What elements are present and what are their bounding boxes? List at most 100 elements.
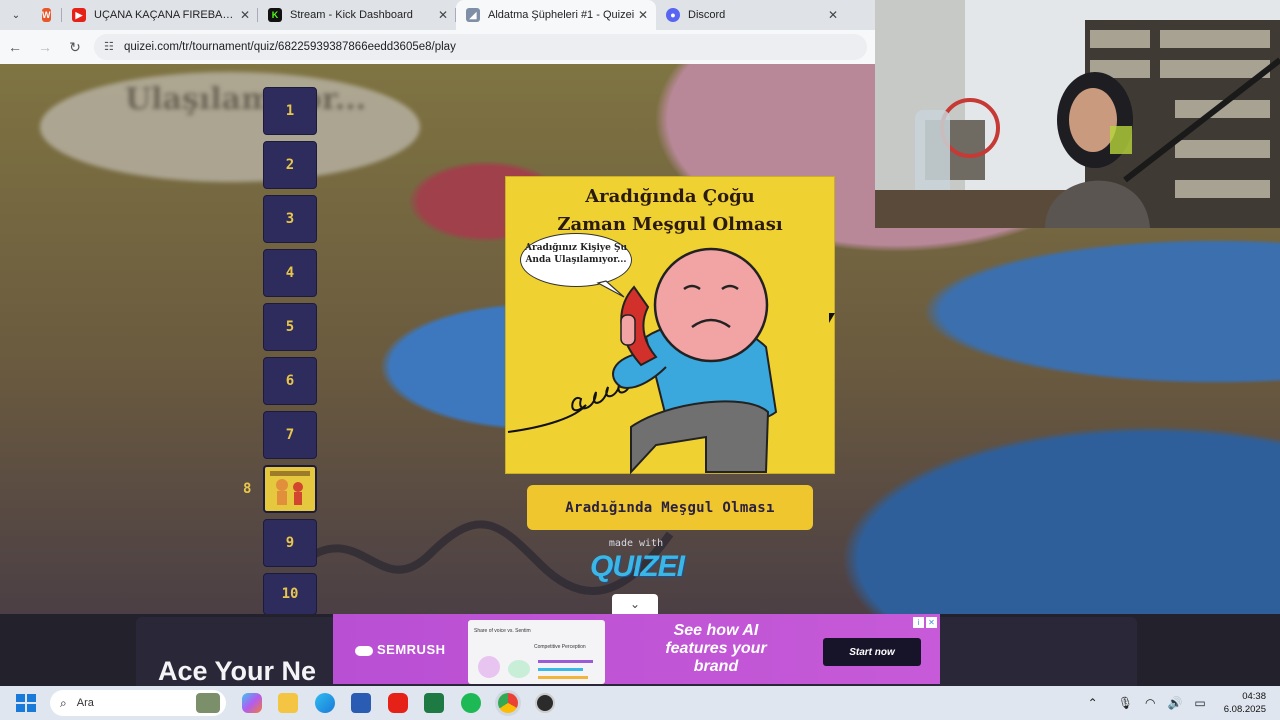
ad-close-icon[interactable]: ✕	[926, 617, 937, 628]
mock-title: Share of voice vs. Sentim	[474, 628, 531, 634]
round-number: 6	[285, 373, 295, 389]
round-number: 1	[285, 103, 295, 119]
quizei-icon: ◢	[466, 8, 480, 22]
made-with-label: made with	[608, 538, 664, 549]
background-bubble-text: Ulaşılamıyor...	[125, 82, 367, 117]
mock-pie-chart	[478, 656, 500, 678]
chevron-up-icon[interactable]: ⌃	[1088, 696, 1098, 710]
discord-icon: ●	[666, 8, 680, 22]
answer-option-button[interactable]: Aradığında Meşgul Olması	[527, 485, 813, 530]
excel-icon[interactable]	[424, 693, 444, 713]
tab-quizei[interactable]: ◢ Aldatma Şüpheleri #1 - Quizei ✕	[456, 0, 656, 30]
tab-discord[interactable]: ● Discord ✕	[656, 0, 846, 30]
forward-arrow-icon[interactable]: →	[30, 39, 60, 55]
tab-title: UÇANA KAÇANA FIREBALLI | M	[94, 9, 234, 21]
youtube-icon[interactable]	[388, 693, 408, 713]
search-icon: ⌕	[60, 695, 67, 710]
round-number: 7	[285, 427, 295, 443]
semrush-logo-text: SEMRUSH	[377, 642, 446, 657]
round-number: 9	[285, 535, 295, 551]
clock-date: 6.08.2025	[1223, 704, 1266, 715]
ace-headline: Ace Your Ne	[158, 656, 317, 686]
answer-label: Aradığında Meşgul Olması	[565, 499, 775, 516]
battery-icon[interactable]: ▭	[1194, 696, 1205, 710]
tab-title: Stream - Kick Dashboard	[290, 9, 413, 21]
streamer-webcam-overlay	[875, 0, 1280, 228]
round-button-10[interactable]: 10	[263, 573, 317, 615]
ad-choices[interactable]: i ✕	[913, 617, 937, 628]
back-arrow-icon[interactable]: ←	[0, 39, 30, 55]
collapse-ad-chevron-icon[interactable]: ⌄	[612, 594, 658, 614]
webcam-scene-image	[875, 0, 1280, 228]
tab-office[interactable]: W	[32, 0, 62, 30]
mouse-cursor-icon	[829, 313, 835, 323]
ad-copy: See how AI features your brand	[665, 622, 767, 675]
windows-start-icon[interactable]	[16, 694, 36, 712]
semrush-ad-banner[interactable]: SEMRUSH Share of voice vs. Sentim Compet…	[333, 614, 940, 684]
copilot-icon[interactable]	[242, 693, 262, 713]
round-number: 5	[285, 319, 295, 335]
quiz-image-card[interactable]: Aradığında Çoğu Zaman Meşgul Olması Arad…	[505, 176, 835, 475]
round-thumbnail-image	[270, 471, 310, 505]
mock-bar	[538, 676, 588, 679]
current-round-marker: 8	[243, 481, 252, 497]
volume-icon[interactable]: 🔊	[1167, 696, 1182, 710]
ad-dashboard-mockup: Share of voice vs. Sentim Competitive Pe…	[468, 620, 605, 684]
mock-subtitle: Competitive Perception	[534, 644, 586, 650]
tab-youtube[interactable]: ▶ UÇANA KAÇANA FIREBALLI | M ✕	[62, 0, 258, 30]
url-text: quizei.com/tr/tournament/quiz/6822593938…	[124, 41, 456, 53]
round-number: 2	[285, 157, 295, 173]
round-button-5[interactable]: 5	[263, 303, 317, 351]
microphone-icon[interactable]: 🎙	[1118, 696, 1133, 710]
site-info-icon[interactable]: ☷	[104, 41, 116, 53]
youtube-icon: ▶	[72, 8, 86, 22]
system-tray: ⌃ 🎙 ◠ 🔊 ▭ 04:38 6.08.2025	[1088, 686, 1280, 720]
browser-tab-strip: ⌄ W ▶ UÇANA KAÇANA FIREBALLI | M ✕ K Str…	[0, 0, 875, 30]
reload-icon[interactable]: ↻	[60, 39, 90, 56]
close-icon[interactable]: ✕	[828, 8, 838, 22]
file-explorer-icon[interactable]	[278, 693, 298, 713]
quizei-logo[interactable]: QUIZEI	[584, 550, 690, 584]
round-number: 3	[285, 211, 295, 227]
semrush-logo: SEMRUSH	[355, 642, 446, 657]
windows-taskbar: ⌕ Ara ⌃ 🎙 ◠ 🔊 ▭ 04:38 6.08.2025	[0, 686, 1280, 720]
edge-icon[interactable]	[315, 693, 335, 713]
round-button-7[interactable]: 7	[263, 411, 317, 459]
round-button-4[interactable]: 4	[263, 249, 317, 297]
tab-title: Discord	[688, 9, 726, 21]
wifi-icon[interactable]: ◠	[1145, 696, 1155, 710]
address-bar[interactable]: ☷ quizei.com/tr/tournament/quiz/68225939…	[94, 34, 867, 60]
spotify-icon[interactable]	[461, 693, 481, 713]
ad-info-icon[interactable]: i	[913, 617, 924, 628]
round-number: 10	[281, 586, 299, 602]
w-office-icon: W	[42, 8, 51, 22]
round-number: 4	[285, 265, 295, 281]
clock-time: 04:38	[1242, 691, 1266, 702]
taskbar-clock[interactable]: 04:38 6.08.2025	[1224, 690, 1266, 716]
obs-icon[interactable]	[535, 693, 555, 713]
tab-kick-dashboard[interactable]: K Stream - Kick Dashboard ✕	[258, 0, 456, 30]
round-button-3[interactable]: 3	[263, 195, 317, 243]
chrome-icon[interactable]	[498, 693, 518, 713]
mock-bar	[538, 660, 593, 663]
close-icon[interactable]: ✕	[438, 8, 448, 22]
semrush-mark-icon	[355, 645, 373, 656]
tab-search-chevron-icon[interactable]: ⌄	[0, 0, 32, 30]
round-button-2[interactable]: 2	[263, 141, 317, 189]
browser-toolbar: ← → ↻ ☷ quizei.com/tr/tournament/quiz/68…	[0, 30, 875, 64]
kick-icon: K	[268, 8, 282, 22]
close-icon[interactable]: ✕	[638, 8, 648, 22]
search-highlight-image	[196, 693, 220, 713]
start-now-button[interactable]: Start now	[823, 638, 921, 666]
close-icon[interactable]: ✕	[240, 8, 250, 22]
taskbar-search-input[interactable]: ⌕ Ara	[50, 690, 226, 716]
round-button-9[interactable]: 9	[263, 519, 317, 567]
round-button-8-thumbnail[interactable]	[263, 465, 317, 513]
round-button-6[interactable]: 6	[263, 357, 317, 405]
mock-bubble	[508, 660, 530, 678]
round-button-1[interactable]: 1	[263, 87, 317, 135]
word-icon[interactable]	[351, 693, 371, 713]
search-placeholder: Ara	[76, 697, 94, 709]
mock-bar	[538, 668, 583, 671]
sad-person-on-phone-illustration	[507, 247, 778, 475]
